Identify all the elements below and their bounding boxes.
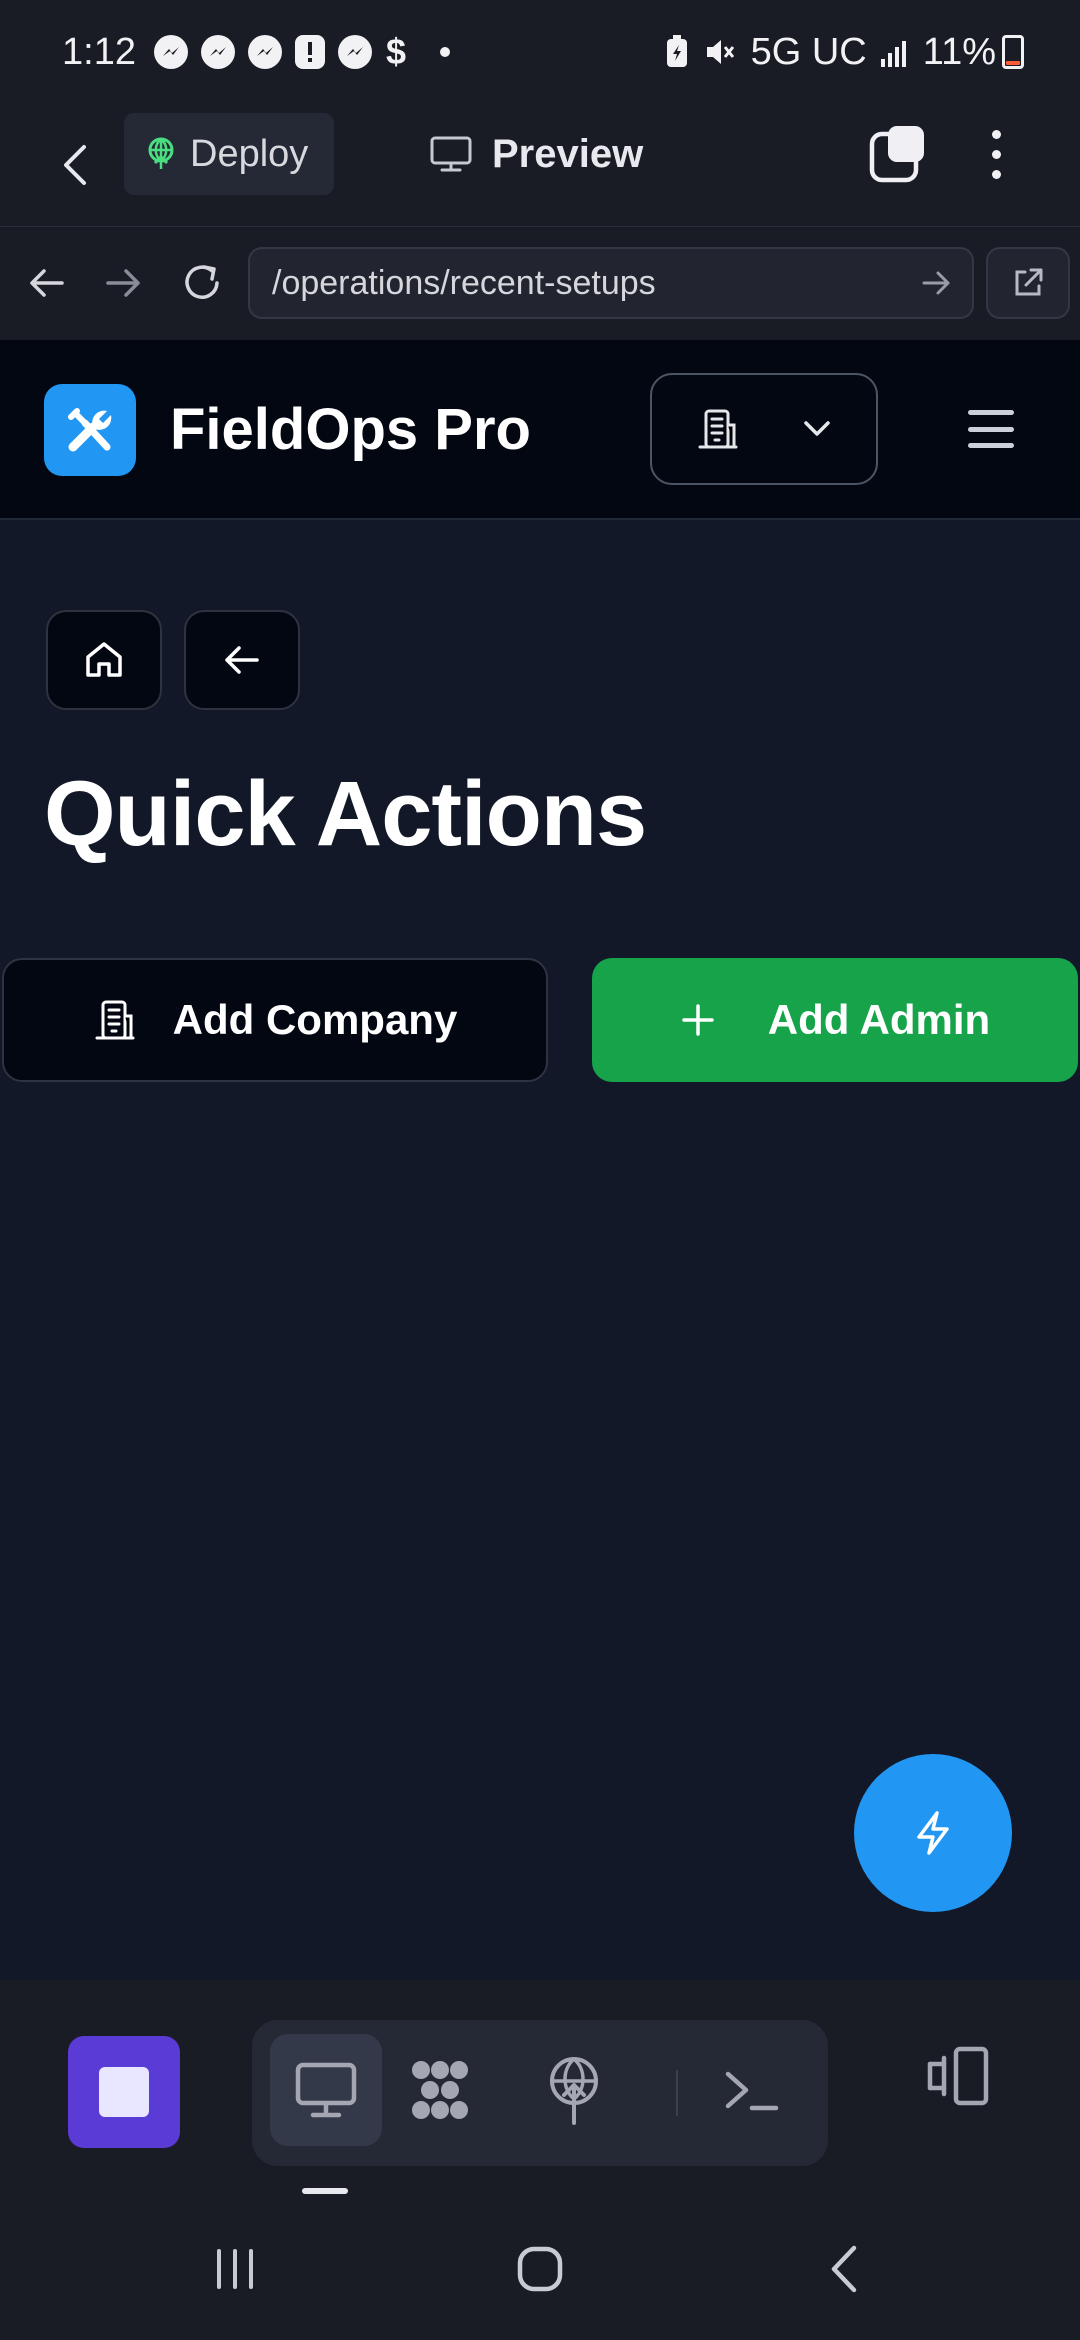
brand-name[interactable]: FieldOps Pro bbox=[170, 396, 531, 463]
bottom-dock bbox=[0, 1980, 1080, 2198]
chevron-down-icon bbox=[802, 419, 832, 439]
monitor-icon bbox=[295, 2062, 357, 2118]
device-toggle-icon[interactable] bbox=[924, 2046, 990, 2106]
design-tool-button[interactable] bbox=[384, 2034, 496, 2146]
preview-tab[interactable]: Preview bbox=[430, 113, 643, 195]
add-admin-label: Add Admin bbox=[767, 996, 991, 1043]
monitor-icon bbox=[430, 136, 472, 172]
hamburger-menu-icon[interactable] bbox=[968, 410, 1014, 448]
stop-icon bbox=[99, 2067, 149, 2117]
tools-logo-icon[interactable] bbox=[44, 384, 136, 476]
browser-forward-icon[interactable] bbox=[98, 257, 150, 309]
add-admin-button[interactable]: Add Admin bbox=[592, 958, 1078, 1082]
preview-tool-button[interactable] bbox=[270, 2034, 382, 2146]
status-right: 5G UC 11% bbox=[651, 31, 1024, 74]
company-selector[interactable] bbox=[650, 373, 878, 485]
app-bar: Deploy Preview bbox=[0, 104, 1080, 226]
building-icon bbox=[696, 407, 740, 451]
signal-icon bbox=[880, 37, 909, 67]
preview-label: Preview bbox=[492, 131, 644, 176]
add-company-button[interactable]: Add Company bbox=[2, 958, 548, 1082]
tool-group bbox=[252, 2020, 828, 2166]
deploy-icon bbox=[546, 2055, 602, 2125]
add-company-label: Add Company bbox=[172, 996, 458, 1043]
status-time: 1:12 bbox=[62, 30, 136, 73]
deploy-label: Deploy bbox=[190, 132, 309, 175]
home-button[interactable] bbox=[46, 610, 162, 710]
more-options-icon[interactable] bbox=[984, 124, 1008, 184]
tabs-icon[interactable] bbox=[868, 124, 928, 184]
messenger-icon bbox=[337, 35, 372, 69]
back-nav-icon[interactable] bbox=[818, 2234, 868, 2304]
more-notifications-dot bbox=[440, 47, 450, 57]
page-title: Quick Actions bbox=[44, 763, 647, 865]
external-link-icon bbox=[1011, 266, 1045, 300]
dollar-icon: $ bbox=[385, 31, 406, 72]
home-icon bbox=[83, 639, 125, 681]
page-back-button[interactable] bbox=[184, 610, 300, 710]
messenger-icon bbox=[247, 35, 282, 69]
deploy-button[interactable]: Deploy bbox=[124, 113, 334, 195]
battery-icon bbox=[1002, 35, 1024, 69]
site-header: FieldOps Pro bbox=[0, 340, 1080, 520]
terminal-tool-button[interactable] bbox=[696, 2034, 808, 2146]
status-left: 1:12 $ bbox=[62, 31, 450, 74]
lightning-icon bbox=[911, 1809, 955, 1857]
arrow-left-icon bbox=[223, 644, 261, 676]
system-navigation-bar bbox=[0, 2198, 1080, 2340]
shapes-icon bbox=[405, 2058, 475, 2122]
stop-button[interactable] bbox=[68, 2036, 180, 2148]
active-tab-indicator bbox=[302, 2188, 348, 2194]
mute-icon bbox=[703, 35, 737, 69]
back-icon[interactable] bbox=[60, 133, 100, 197]
recent-apps-icon[interactable] bbox=[210, 2234, 260, 2304]
battery-saver-icon bbox=[665, 35, 689, 69]
messenger-icon bbox=[153, 35, 188, 69]
deploy-icon bbox=[146, 137, 176, 171]
go-arrow-icon[interactable] bbox=[920, 265, 954, 301]
deploy-tool-button[interactable] bbox=[518, 2034, 630, 2146]
network-type: 5G UC bbox=[750, 30, 867, 73]
battery-percent: 11% bbox=[922, 30, 996, 73]
building-icon bbox=[93, 998, 137, 1042]
url-text: /operations/recent-setups bbox=[272, 263, 656, 302]
terminal-icon bbox=[724, 2068, 780, 2112]
browser-url-bar: /operations/recent-setups bbox=[0, 226, 1080, 340]
reload-icon[interactable] bbox=[176, 257, 228, 309]
home-nav-icon[interactable] bbox=[508, 2234, 572, 2304]
messenger-icon bbox=[200, 35, 235, 69]
url-input[interactable]: /operations/recent-setups bbox=[248, 247, 974, 319]
open-external-button[interactable] bbox=[986, 247, 1070, 319]
plus-icon bbox=[680, 1002, 716, 1038]
browser-back-icon[interactable] bbox=[20, 257, 72, 309]
tool-separator bbox=[676, 2070, 678, 2116]
quick-action-fab[interactable] bbox=[854, 1754, 1012, 1912]
status-bar: 1:12 $ 5G UC 11% bbox=[0, 0, 1080, 104]
alert-icon bbox=[294, 35, 325, 69]
